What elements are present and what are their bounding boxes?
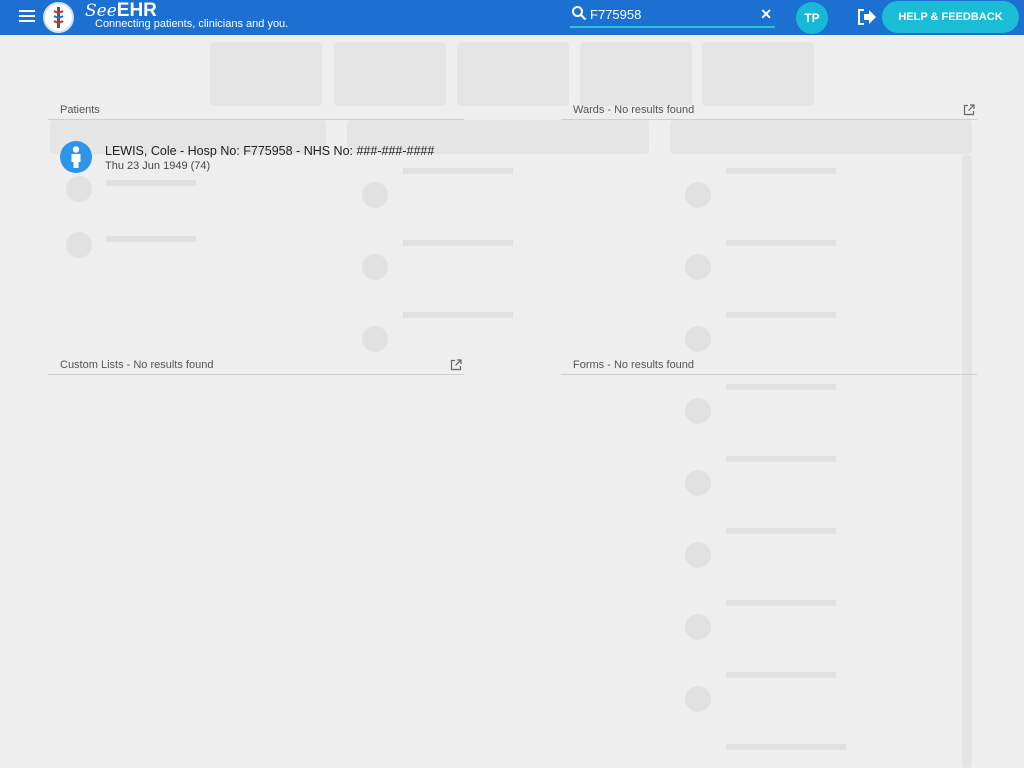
forms-section-title: Forms - No results found: [573, 359, 695, 371]
external-link-icon[interactable]: [963, 104, 975, 116]
external-link-icon[interactable]: [450, 359, 462, 371]
wards-section-title: Wards - No results found: [573, 104, 695, 116]
search-input[interactable]: [590, 5, 750, 23]
patients-divider: [48, 119, 464, 120]
app-tagline: Connecting patients, clinicians and you.: [95, 18, 289, 30]
patient-dob: Thu 23 Jun 1949 (74): [105, 160, 211, 172]
user-avatar[interactable]: TP: [796, 2, 828, 34]
custom-lists-divider: [48, 374, 464, 375]
patients-section-title: Patients: [60, 104, 100, 116]
help-feedback-button[interactable]: HELP & FEEDBACK: [882, 1, 1019, 33]
patient-result[interactable]: LEWIS, Cole - Hosp No: F775958 - NHS No:…: [56, 139, 456, 179]
close-icon[interactable]: ✕: [760, 6, 772, 23]
top-bar: SeeEHR Connecting patients, clinicians a…: [0, 0, 1024, 35]
search-box: ✕: [570, 3, 775, 28]
patient-icon: [60, 141, 92, 173]
forms-divider: [561, 374, 977, 375]
wards-divider: [561, 119, 977, 120]
menu-icon[interactable]: [19, 10, 35, 24]
patient-name: LEWIS, Cole - Hosp No: F775958 - NHS No:…: [105, 144, 435, 158]
logout-icon[interactable]: [856, 8, 877, 26]
search-icon: [572, 6, 587, 21]
custom-lists-section-title: Custom Lists - No results found: [60, 359, 214, 371]
app-logo: [43, 2, 74, 33]
